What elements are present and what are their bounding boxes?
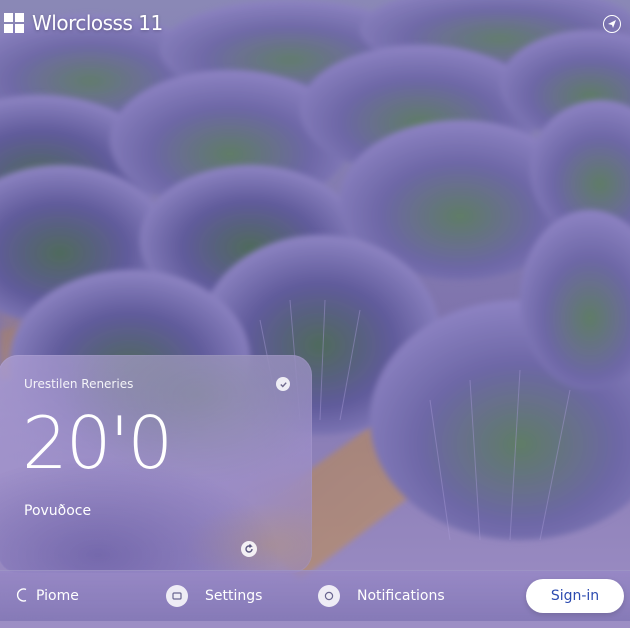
- taskbar: Piome Settings Notifications Sign-in: [0, 570, 630, 621]
- windows-logo-icon: [4, 13, 24, 33]
- check-circle-icon[interactable]: [276, 377, 290, 391]
- widget-subtitle: Povuðoce: [24, 503, 92, 519]
- taskbar-label-notifications: Notifications: [357, 588, 445, 604]
- widget-value: 20'0: [22, 401, 173, 485]
- navigation-icon[interactable]: [603, 15, 621, 33]
- weather-widget[interactable]: Urestilen Reneries 20'0 Povuðoce: [0, 355, 312, 573]
- sign-in-button[interactable]: Sign-in: [526, 579, 624, 613]
- taskbar-label-home: Piome: [36, 588, 79, 604]
- notification-circle-icon: [318, 585, 340, 607]
- taskbar-label-settings: Settings: [205, 588, 263, 604]
- settings-square-icon: [166, 585, 188, 607]
- taskbar-item-notifications[interactable]: Notifications: [318, 571, 445, 621]
- brand-title: Wlorclosss 11: [32, 11, 163, 35]
- home-ring-icon: [16, 587, 28, 606]
- widget-title: Urestilen Reneries: [24, 377, 134, 391]
- refresh-icon[interactable]: [241, 541, 257, 557]
- brand: Wlorclosss 11: [4, 10, 163, 36]
- taskbar-item-settings[interactable]: Settings: [166, 571, 262, 621]
- taskbar-item-home[interactable]: Piome: [16, 571, 79, 621]
